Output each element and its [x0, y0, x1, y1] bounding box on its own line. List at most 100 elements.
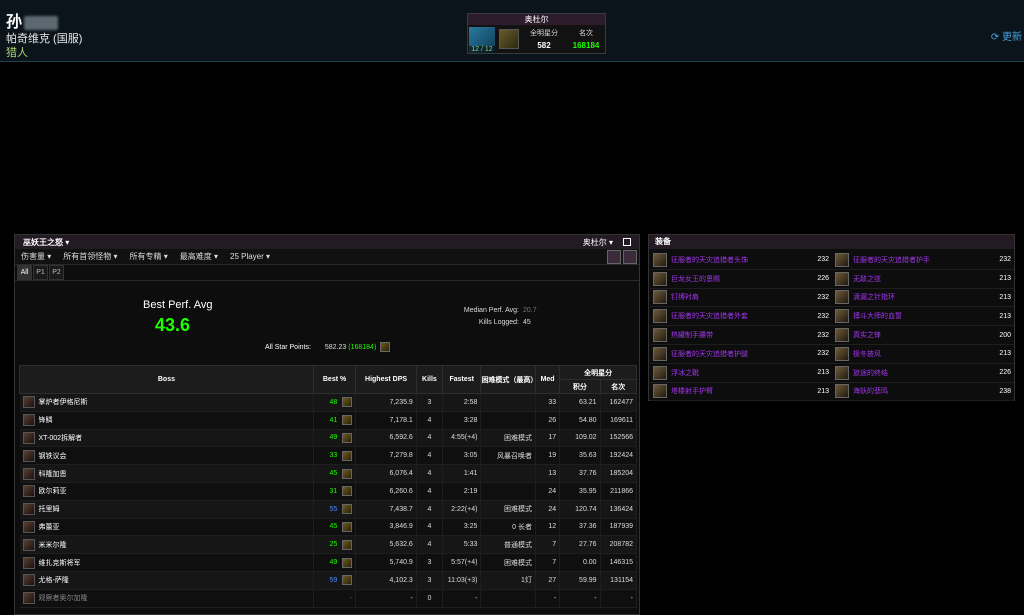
col-best[interactable]: Best % — [312, 365, 357, 394]
med-cell: 17 — [535, 429, 561, 448]
report-icon[interactable] — [342, 539, 353, 550]
filter-spec[interactable]: 所有专精 ▾ — [130, 251, 168, 262]
character-name: 孙 — [6, 8, 59, 32]
boss-cell[interactable]: XT-002拆解者 — [19, 429, 314, 448]
filter-metric[interactable]: 伤害量 ▾ — [21, 251, 51, 262]
col-fastest[interactable]: Fastest — [442, 365, 482, 394]
item-icon — [835, 271, 849, 286]
gear-item[interactable]: 旅途的终结 226 — [832, 364, 1014, 383]
gear-item[interactable]: 无敌之弦 213 — [832, 270, 1014, 289]
gear-item[interactable]: 巨龙女王的恩赐 226 — [650, 270, 832, 289]
gear-item[interactable]: 征服者的天灾追猎者护手 232 — [832, 251, 1014, 270]
dps-cell: 7,178.1 — [355, 411, 417, 430]
table-row[interactable]: 尤格-萨隆 59 4,102.3 3 11:03(+3) 1灯 27 59.99 131154 — [19, 571, 638, 590]
item-name: 极冬披风 — [853, 350, 881, 358]
gear-item[interactable]: 搏斗大师的血誓 213 — [832, 307, 1014, 327]
filter-difficulty[interactable]: 最高难度 ▾ — [180, 251, 218, 262]
report-icon[interactable] — [342, 415, 353, 426]
boss-cell[interactable]: 尤格-萨隆 — [19, 571, 314, 590]
gear-item[interactable]: 海妖的悲鸣 238 — [832, 383, 1014, 402]
table-row[interactable]: 科隆加恩 45 6,076.4 4 1:41 13 37.76 185204 — [19, 464, 638, 483]
table-row[interactable]: 弗蕾亚 45 3,846.9 4 3:25 0 长者 12 37.36 187939 — [19, 518, 638, 537]
col-rank[interactable]: 名次 — [599, 379, 638, 394]
gear-item[interactable]: 塔楼射手护臂 213 — [650, 383, 832, 402]
fastest-cell: - — [442, 589, 482, 608]
gear-item[interactable]: 征服者的天灾追猎者外套 232 — [650, 307, 832, 327]
points-cell: 63.21 — [559, 393, 601, 412]
item-name: 海妖的悲鸣 — [853, 388, 888, 396]
fastest-cell: 11:03(+3) — [442, 571, 482, 590]
boss-cell[interactable]: 欧尔莉亚 — [19, 482, 314, 501]
raid-summary-box[interactable]: 奥杜尔 12 / 12 全明星分 582 名次 168184 — [467, 13, 606, 54]
table-row[interactable]: 米米尔隆 25 5,632.6 4 5:33 普通模式 7 27.76 208782 — [19, 535, 638, 555]
report-icon[interactable] — [342, 504, 353, 515]
report-icon[interactable] — [342, 468, 353, 479]
kills-cell: 3 — [416, 571, 444, 590]
boss-icon — [22, 396, 35, 409]
gear-item[interactable]: 极冬披风 213 — [832, 345, 1014, 364]
gear-item[interactable]: 征服者的天灾追猎者头饰 232 — [650, 251, 832, 270]
filter-boss[interactable]: 所有首领怪物 ▾ — [63, 251, 117, 262]
med-cell: 24 — [535, 482, 561, 501]
boss-cell[interactable]: 观察者奥尔加隆 — [19, 589, 314, 608]
med-cell: 26 — [535, 411, 561, 430]
kills-cell: 3 — [416, 553, 444, 572]
raid-rank: 名次 168184 — [572, 30, 600, 50]
boss-cell[interactable]: 米米尔隆 — [19, 535, 314, 555]
gear-item[interactable]: 真实之锋 200 — [832, 326, 1014, 345]
update-button[interactable]: ⟳ 更新 — [991, 28, 1022, 43]
report-icon[interactable] — [342, 486, 353, 497]
tab-p1[interactable]: P1 — [33, 265, 48, 280]
boss-cell[interactable]: 弗蕾亚 — [19, 518, 314, 537]
mode-cell: 1灯 — [480, 571, 536, 590]
gear-item[interactable]: 浮冰之靴 213 — [650, 364, 832, 383]
table-row[interactable]: 掌炉者伊格尼斯 48 7,235.9 3 2:58 33 63.21 162477 — [19, 393, 638, 412]
gear-item[interactable]: 征服者的天灾追猎者护腿 232 — [650, 345, 832, 364]
report-icon[interactable] — [342, 397, 353, 408]
tab-all[interactable]: All — [17, 265, 32, 280]
boss-cell[interactable]: 科隆加恩 — [19, 464, 314, 483]
item-icon — [835, 252, 849, 267]
report-icon[interactable] — [342, 450, 353, 461]
boss-cell[interactable]: 维扎克斯将军 — [19, 553, 314, 572]
boss-cell[interactable]: 钢铁议会 — [19, 446, 314, 466]
boss-cell[interactable]: 锋鳞 — [19, 411, 314, 430]
table-row[interactable]: 锋鳞 41 7,178.1 4 3:28 26 54.80 169611 — [19, 411, 638, 430]
gear-item[interactable]: 热罐制手腰带 232 — [650, 326, 832, 345]
col-kills[interactable]: Kills — [415, 365, 444, 394]
zone-dropdown[interactable]: 奥杜尔 ▾ — [583, 237, 613, 248]
filter-size[interactable]: 25 Player ▾ — [230, 252, 270, 261]
table-row[interactable]: 维扎克斯将军 49 5,740.9 3 5:57(+4) 困难模式 7 0.00 146315 — [19, 553, 638, 572]
col-mode[interactable]: 困难模式（最高） — [480, 365, 537, 394]
gear-item[interactable]: 钉缚衬肩 232 — [650, 289, 832, 308]
settings-icon[interactable] — [623, 250, 637, 264]
kills-cell: 4 — [416, 500, 444, 519]
table-row[interactable]: 托里姆 55 7,438.7 4 2:22(+4) 困难模式 24 120.74 136424 — [19, 500, 638, 519]
expansion-dropdown[interactable]: 巫妖王之怒 ▾ — [23, 237, 69, 248]
points-cell: 54.80 — [559, 411, 601, 430]
boss-icon — [22, 485, 35, 498]
boss-cell[interactable]: 掌炉者伊格尼斯 — [19, 393, 314, 412]
boss-cell[interactable]: 托里姆 — [19, 500, 314, 519]
report-icon[interactable] — [342, 432, 353, 443]
table-row[interactable]: 观察者奥尔加隆 - -0- - - - — [19, 589, 638, 608]
table-row[interactable]: XT-002拆解者 49 6,592.6 4 4:55(+4) 困难模式 17 109.02 1… — [19, 429, 638, 448]
report-icon[interactable] — [342, 521, 353, 532]
boss-icon — [22, 449, 35, 462]
boss-icon — [22, 431, 35, 444]
col-med[interactable]: Med — [534, 365, 561, 394]
spec-icon[interactable] — [607, 250, 621, 264]
report-icon[interactable] — [342, 557, 353, 568]
report-icon[interactable] — [342, 575, 353, 586]
col-boss[interactable]: Boss — [19, 365, 314, 394]
gear-item[interactable]: 滴漏之针指环 213 — [832, 289, 1014, 308]
kills-label: Kills Logged: — [478, 319, 519, 326]
table-row[interactable]: 钢铁议会 33 7,279.8 4 3:05 风暴召唤者 19 35.63 192424 — [19, 446, 638, 466]
table-row[interactable]: 欧尔莉亚 31 6,260.6 4 2:19 24 35.95 211866 — [19, 482, 638, 501]
tab-p2[interactable]: P2 — [49, 265, 64, 280]
item-level: 232 — [817, 312, 829, 320]
col-points[interactable]: 积分 — [559, 379, 601, 394]
boss-icon — [22, 574, 35, 587]
expand-icon[interactable] — [623, 238, 631, 246]
col-dps[interactable]: Highest DPS — [355, 365, 417, 394]
